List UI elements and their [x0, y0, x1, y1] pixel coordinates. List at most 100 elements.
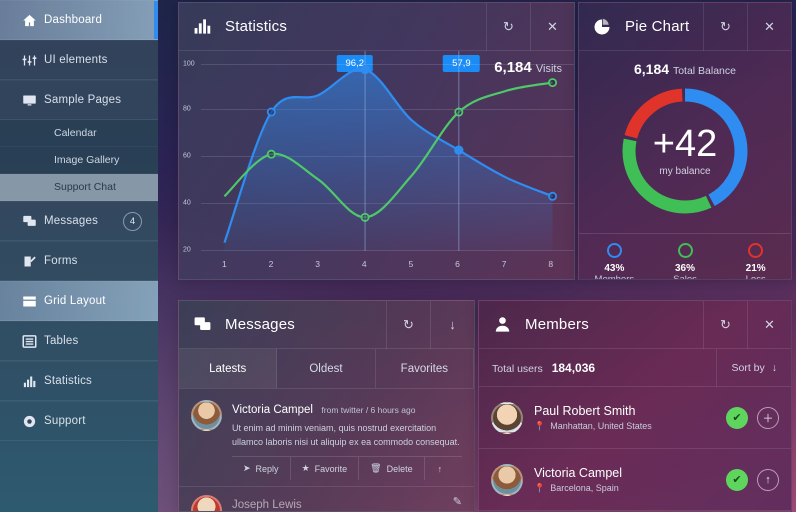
sidebar-item-messages[interactable]: Messages 4 [0, 201, 158, 241]
sidebar-item-sample-pages[interactable]: Sample Pages [0, 80, 158, 120]
sidebar-subitem-label: Calendar [54, 127, 97, 139]
sidebar-subitem-calendar[interactable]: Calendar [0, 120, 158, 147]
user-icon [479, 315, 525, 334]
edit-icon [14, 254, 44, 269]
sidebar-item-label: Dashboard [44, 14, 103, 26]
total-users-value: 184,036 [551, 360, 596, 375]
refresh-icon[interactable]: ↻ [703, 3, 747, 51]
messages-panel: Messages ↻ ↓ Latests Oldest Favorites Vi… [178, 300, 475, 512]
statistics-header: Statistics ↻ ✕ [179, 3, 574, 51]
monitor-icon [14, 93, 44, 108]
members-title: Members [525, 316, 589, 333]
close-icon[interactable]: ✕ [747, 301, 791, 349]
sort-by-label: Sort by [731, 361, 765, 374]
total-balance: 6,184 Total Balance [579, 51, 791, 79]
sidebar: Dashboard UI elements Sample Pages Calen… [0, 0, 158, 512]
tab-oldest[interactable]: Oldest [277, 349, 376, 388]
statistics-panel: Statistics ↻ ✕ 6,184 Visits 96,2 57,9 10… [178, 2, 575, 280]
member-location-text: Manhattan, United States [550, 421, 652, 431]
delete-label: Delete [386, 463, 413, 474]
bar-chart-icon [179, 17, 225, 36]
tab-latests[interactable]: Latests [179, 349, 278, 388]
message-author: Victoria Campel [232, 404, 313, 416]
arrow-down-icon: ↓ [771, 361, 777, 374]
message-head: Victoria Campel from twitter / 6 hours a… [232, 400, 462, 418]
refresh-icon[interactable]: ↻ [703, 301, 747, 349]
statistics-title: Statistics [225, 18, 288, 35]
arrow-up-icon[interactable]: ↑ [757, 468, 779, 491]
chart-svg [223, 51, 558, 251]
sidebar-item-forms[interactable]: Forms [0, 241, 158, 281]
x-tick-label: 6 [455, 259, 460, 269]
y-tick-label: 80 [183, 105, 191, 113]
pie-chart-header: Pie Chart ↻ ✕ [579, 3, 791, 51]
sidebar-item-statistics[interactable]: Statistics [0, 361, 158, 401]
x-tick-label: 2 [268, 259, 274, 269]
sidebar-item-dashboard[interactable]: Dashboard [0, 0, 158, 40]
y-tick-label: 60 [183, 152, 191, 160]
arrow-down-icon[interactable]: ↓ [430, 301, 474, 349]
close-icon[interactable]: ✕ [747, 3, 791, 51]
sidebar-subitem-support-chat[interactable]: Support Chat [0, 174, 158, 201]
chat-icon [14, 214, 44, 229]
sidebar-item-support[interactable]: Support [0, 401, 158, 441]
sliders-icon [14, 53, 44, 68]
y-tick-label: 40 [183, 199, 191, 207]
favorite-label: Favorite [314, 463, 348, 474]
legend-item-sales: 36% Sales [650, 243, 721, 279]
sidebar-item-label: Statistics [44, 375, 93, 387]
sidebar-item-grid-layout[interactable]: Grid Layout [0, 281, 158, 321]
close-icon[interactable]: ✕ [530, 3, 574, 51]
refresh-icon[interactable]: ↻ [386, 301, 430, 349]
message-meta: from twitter / 6 hours ago [321, 405, 416, 415]
legend-percent: 43% [604, 263, 625, 274]
messages-header: Messages ↻ ↓ [179, 301, 474, 349]
lifebuoy-icon [14, 414, 44, 429]
legend-percent: 21% [745, 263, 766, 274]
reply-label: Reply [255, 463, 279, 474]
x-tick-label: 5 [408, 259, 414, 269]
plus-icon[interactable]: ＋ [757, 406, 779, 429]
legend-swatch [606, 243, 622, 258]
sidebar-item-ui-elements[interactable]: UI elements [0, 40, 158, 80]
donut-center-value: +42 [652, 123, 718, 165]
sidebar-item-label: Tables [44, 335, 79, 347]
edit-icon[interactable]: ✎ [453, 495, 462, 511]
pie-icon [579, 18, 625, 36]
donut-chart: +42 my balance [615, 81, 755, 221]
messages-title: Messages [225, 316, 295, 333]
legend-swatch [748, 243, 764, 258]
y-tick-label: 100 [183, 60, 195, 68]
check-icon[interactable]: ✔ [726, 406, 748, 429]
delete-button[interactable]: 🗑 Delete [359, 457, 425, 480]
sidebar-item-label: Grid Layout [44, 295, 106, 307]
avatar [191, 495, 222, 511]
member-location: 📍 Barcelona, Spain [534, 483, 726, 494]
avatar [491, 401, 523, 434]
member-row: Victoria Campel 📍 Barcelona, Spain ✔ ↑ [479, 449, 791, 511]
sidebar-item-tables[interactable]: Tables [0, 321, 158, 361]
member-info: Victoria Campel 📍 Barcelona, Spain [534, 466, 726, 494]
member-info: Paul Robert Smith 📍 Manhattan, United St… [534, 404, 726, 432]
legend-percent: 36% [675, 263, 696, 274]
message-actions: ➤ Reply ★ Favorite 🗑 Delete ↑ [232, 456, 462, 480]
x-tick-label: 8 [548, 259, 554, 269]
member-name: Victoria Campel [534, 465, 623, 480]
arrow-up-icon[interactable]: ↑ [425, 457, 456, 480]
members-panel: Members ↻ ✕ Total users 184,036 Sort by … [478, 300, 792, 512]
check-icon[interactable]: ✔ [726, 468, 748, 491]
statistics-chart: 6,184 Visits 96,2 57,9 100 80 60 40 20 1… [179, 51, 574, 279]
favorite-button[interactable]: ★ Favorite [291, 457, 360, 480]
sort-by-button[interactable]: Sort by ↓ [716, 348, 791, 387]
legend-item-members: 43% Members [579, 243, 650, 280]
balance-value: 6,184 [634, 61, 670, 77]
message-author: Joseph Lewis [232, 499, 302, 511]
sidebar-item-label: Sample Pages [44, 94, 122, 106]
legend-label: Members [594, 274, 635, 280]
tab-favorites[interactable]: Favorites [376, 349, 474, 388]
sidebar-item-label: Forms [44, 255, 78, 267]
message-body: Victoria Campel from twitter / 6 hours a… [232, 400, 462, 480]
refresh-icon[interactable]: ↻ [486, 3, 530, 51]
reply-button[interactable]: ➤ Reply [232, 457, 291, 480]
sidebar-subitem-image-gallery[interactable]: Image Gallery [0, 147, 158, 174]
